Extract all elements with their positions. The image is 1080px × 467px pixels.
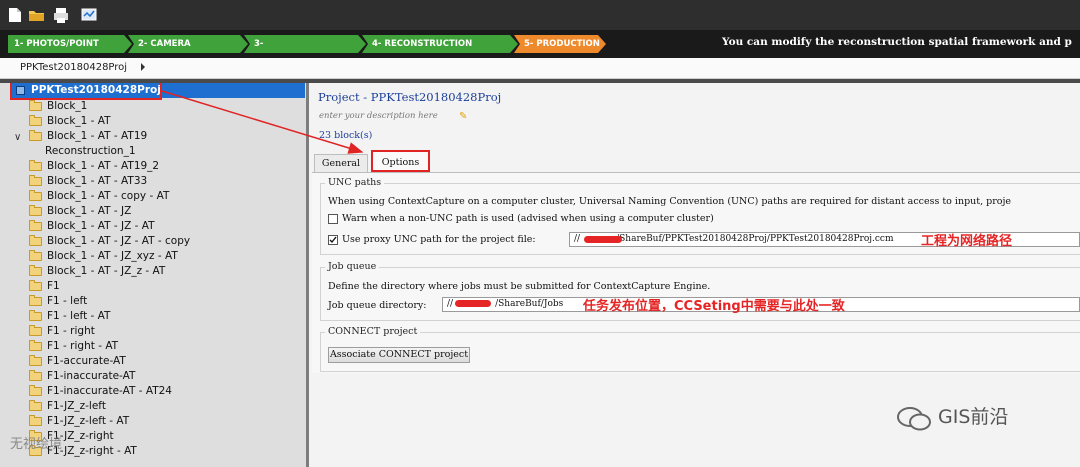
watermark-left: 无视绘境 bbox=[10, 437, 63, 452]
folder-icon bbox=[29, 175, 42, 186]
annotation-network-path: 工程为网络路径 bbox=[921, 234, 1013, 249]
folder-icon bbox=[29, 415, 42, 426]
proxy-path-suffix: /ShareBuf/PPKTest20180428Proj/PPKTest201… bbox=[616, 234, 894, 244]
folder-icon bbox=[29, 160, 42, 171]
project-tree[interactable]: PPKTest20180428Proj ∨ Block_1 Block_1 - … bbox=[0, 83, 309, 467]
folder-icon bbox=[29, 190, 42, 201]
tree-item[interactable]: F1-JZ_z-left bbox=[47, 399, 106, 414]
folder-icon bbox=[29, 355, 42, 366]
annotation-job-location: 任务发布位置，CCSeting中需要与此处一致 bbox=[583, 299, 845, 314]
folder-icon bbox=[29, 100, 42, 111]
watermark-right-text: GIS前沿 bbox=[938, 406, 1009, 428]
tree-item[interactable]: Reconstruction_1 bbox=[45, 144, 136, 159]
warn-checkbox[interactable] bbox=[328, 214, 338, 224]
tree-item[interactable]: F1-inaccurate-AT - AT24 bbox=[47, 384, 172, 399]
job-monitor-icon[interactable] bbox=[80, 6, 98, 24]
checkmark-icon bbox=[329, 236, 337, 244]
breadcrumb: PPKTest20180428Proj bbox=[0, 58, 1080, 79]
redaction-scribble bbox=[584, 236, 622, 243]
breadcrumb-chevron-icon[interactable] bbox=[141, 63, 145, 71]
tree-item[interactable]: Block_1 - AT - AT19_2 bbox=[47, 159, 159, 174]
folder-icon bbox=[29, 130, 42, 141]
watermark-logo: GIS前沿 bbox=[896, 402, 1008, 432]
main-toolbar bbox=[0, 0, 1080, 30]
folder-icon bbox=[29, 265, 42, 276]
tree-item[interactable]: F1 - left bbox=[47, 294, 87, 309]
step-production[interactable]: 5- PRODUCTION bbox=[514, 35, 606, 53]
proxy-path-prefix: // bbox=[574, 234, 581, 244]
tree-item[interactable]: Block_1 - AT - JZ_z - AT bbox=[47, 264, 165, 279]
job-path-suffix: /ShareBuf/Jobs bbox=[495, 299, 564, 309]
job-queue-label: Job queue directory: bbox=[328, 300, 427, 311]
page-title: Project - PPKTest20180428Proj bbox=[318, 90, 502, 104]
tree-item[interactable]: Block_1 bbox=[47, 99, 87, 114]
job-queue-title: Job queue bbox=[325, 261, 380, 272]
job-queue-description: Define the directory where jobs must be … bbox=[328, 281, 711, 292]
tab-options[interactable]: Options bbox=[371, 150, 430, 172]
folder-icon bbox=[29, 235, 42, 246]
folder-icon bbox=[29, 385, 42, 396]
warn-label: Warn when a non-UNC path is used (advise… bbox=[342, 213, 714, 224]
root-highlight-box bbox=[10, 83, 162, 100]
tab-general[interactable]: General bbox=[314, 154, 368, 172]
folder-icon bbox=[29, 295, 42, 306]
folder-icon bbox=[29, 250, 42, 261]
step-camera-properties[interactable]: 2- CAMERA PROPERTIES bbox=[128, 35, 248, 53]
redaction-scribble bbox=[455, 300, 491, 307]
tree-item[interactable]: Block_1 - AT - AT33 bbox=[47, 174, 147, 189]
tree-item[interactable]: Block_1 - AT - JZ bbox=[47, 204, 131, 219]
tree-item[interactable]: F1-inaccurate-AT bbox=[47, 369, 135, 384]
folder-icon bbox=[29, 205, 42, 216]
tree-item[interactable]: Block_1 - AT - copy - AT bbox=[47, 189, 169, 204]
new-document-icon[interactable] bbox=[6, 6, 24, 24]
job-path-prefix: // bbox=[447, 299, 454, 309]
folder-icon bbox=[29, 220, 42, 231]
folder-icon bbox=[29, 280, 42, 291]
folder-icon bbox=[29, 115, 42, 126]
tree-item[interactable]: Block_1 - AT - AT19 bbox=[47, 129, 147, 144]
block-count: 23 block(s) bbox=[319, 130, 373, 141]
step-photos[interactable]: 1- PHOTOS/POINT CLOUDS bbox=[8, 35, 132, 53]
folder-icon bbox=[29, 340, 42, 351]
print-icon[interactable] bbox=[52, 6, 70, 24]
tree-item[interactable]: Block_1 - AT - JZ - AT - copy bbox=[47, 234, 190, 249]
open-folder-icon[interactable] bbox=[28, 6, 46, 24]
step-message: You can modify the reconstruction spatia… bbox=[722, 36, 1072, 48]
unc-title: UNC paths bbox=[325, 177, 385, 188]
breadcrumb-project[interactable]: PPKTest20180428Proj bbox=[20, 62, 127, 73]
unc-description: When using ContextCapture on a computer … bbox=[328, 196, 1012, 207]
tree-item[interactable]: F1 - right - AT bbox=[47, 339, 118, 354]
step-reconstruction-settings[interactable]: 4- RECONSTRUCTION SETTINGS bbox=[362, 35, 518, 53]
connect-title: CONNECT project bbox=[325, 326, 421, 337]
associate-connect-button[interactable]: Associate CONNECT project bbox=[328, 347, 470, 363]
folder-icon bbox=[29, 310, 42, 321]
folder-icon bbox=[29, 325, 42, 336]
tree-item[interactable]: Block_1 - AT bbox=[47, 114, 111, 129]
chevron-down-icon[interactable]: ∨ bbox=[14, 132, 21, 143]
wechat-icon bbox=[897, 406, 931, 430]
proxy-label: Use proxy UNC path for the project file: bbox=[342, 234, 536, 245]
tree-item[interactable]: Block_1 - AT - JZ - AT bbox=[47, 219, 155, 234]
tree-item[interactable]: F1-JZ_z-left - AT bbox=[47, 414, 129, 429]
tree-item[interactable]: F1-accurate-AT bbox=[47, 354, 126, 369]
folder-icon bbox=[29, 370, 42, 381]
description-field[interactable]: enter your description here bbox=[319, 111, 438, 121]
pencil-icon[interactable]: ✎ bbox=[459, 111, 467, 122]
tree-item[interactable]: F1 - right bbox=[47, 324, 95, 339]
step-aerotriangulation[interactable]: 3- AEROTRIANGULATION bbox=[244, 35, 366, 53]
proxy-checkbox[interactable] bbox=[328, 235, 338, 245]
tree-item[interactable]: F1 bbox=[47, 279, 60, 294]
folder-icon bbox=[29, 400, 42, 411]
tree-item[interactable]: F1 - left - AT bbox=[47, 309, 110, 324]
tree-item[interactable]: Block_1 - AT - JZ_xyz - AT bbox=[47, 249, 178, 264]
